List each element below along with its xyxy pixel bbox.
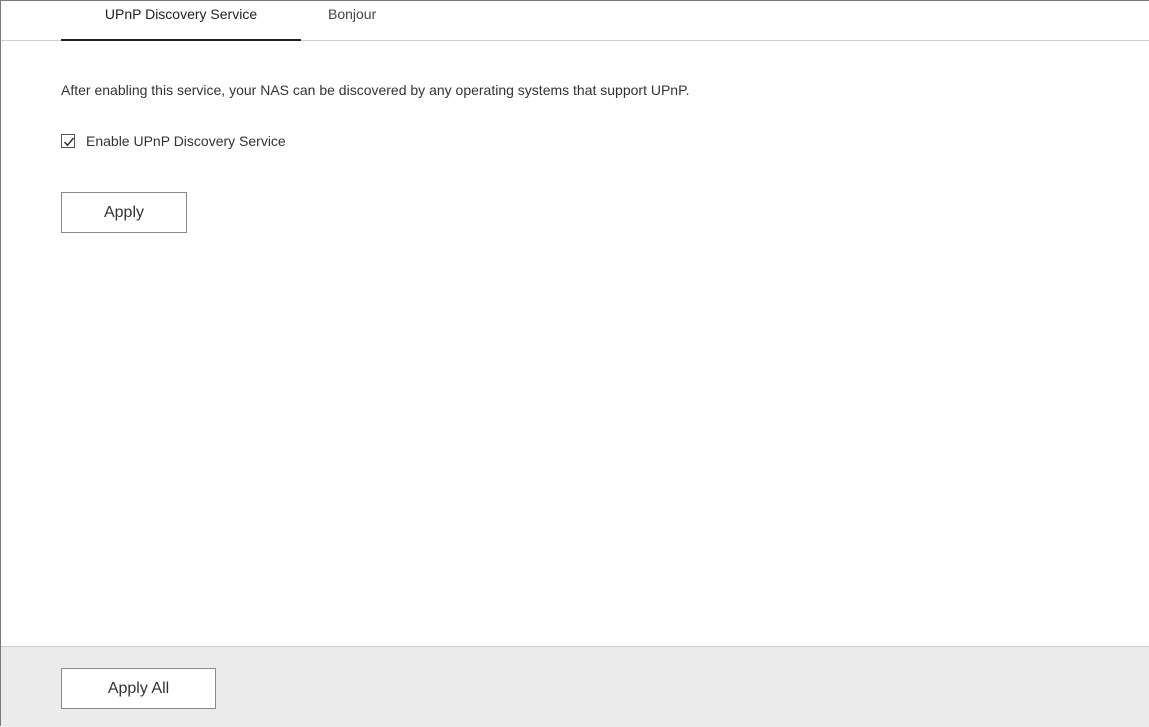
- service-description: After enabling this service, your NAS ca…: [61, 82, 690, 98]
- tab-bonjour[interactable]: Bonjour: [328, 1, 376, 41]
- apply-button[interactable]: Apply: [61, 192, 187, 233]
- settings-panel: UPnP Discovery Service Bonjour After ena…: [0, 0, 1149, 727]
- tab-upnp-discovery-service[interactable]: UPnP Discovery Service: [61, 1, 301, 41]
- footer-bar: Apply All: [1, 646, 1149, 727]
- enable-upnp-checkbox-row[interactable]: Enable UPnP Discovery Service: [61, 131, 286, 151]
- apply-all-button[interactable]: Apply All: [61, 668, 216, 709]
- tab-bar: UPnP Discovery Service Bonjour: [1, 1, 1149, 41]
- enable-upnp-checkbox-label: Enable UPnP Discovery Service: [86, 133, 286, 149]
- enable-upnp-checkbox[interactable]: [61, 134, 75, 148]
- checkmark-icon: [63, 137, 75, 147]
- tab-content: After enabling this service, your NAS ca…: [1, 41, 1149, 646]
